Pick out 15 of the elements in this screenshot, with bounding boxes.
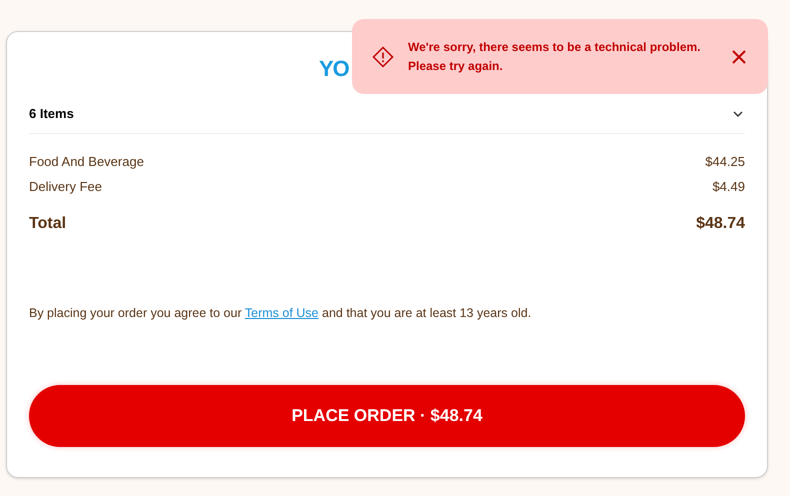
place-order-button[interactable]: PLACE ORDER · $48.74 — [29, 384, 745, 447]
total-label: Total — [29, 214, 66, 234]
error-message: We're sorry, there seems to be a technical problem. — [408, 38, 702, 56]
terms-link[interactable]: Terms of Use — [244, 306, 319, 320]
error-message: Please try again. — [408, 58, 504, 74]
line-amount: $4.49 — [712, 179, 745, 195]
line-amount: $44.25 — [705, 154, 745, 170]
total-amount: $48.74 — [696, 214, 745, 234]
terms-text: By placing your order you agree to our Terms of Use and that you are at least 13 years old. — [29, 305, 532, 322]
line-label: Delivery Fee — [29, 179, 102, 195]
chevron-down-icon — [733, 110, 743, 116]
line-label: Food And Beverage — [29, 154, 144, 170]
warning-icon — [372, 46, 394, 68]
card-title: YO — [319, 56, 350, 81]
close-button[interactable] — [730, 48, 748, 66]
